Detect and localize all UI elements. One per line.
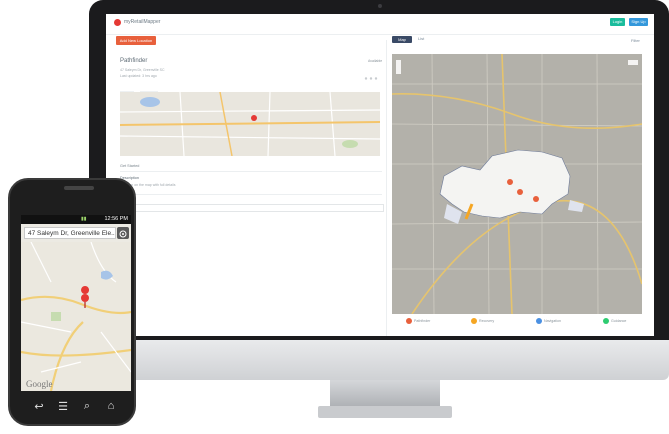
monitor-chin <box>89 340 669 380</box>
locate-icon[interactable] <box>117 227 129 239</box>
legend-marker-icon <box>536 318 542 324</box>
legend-marker-icon <box>603 318 609 324</box>
phone-screen: ▮▮ 12:56 PM 47 Saleym Dr, Greenville Ele… <box>21 215 131 391</box>
add-location-button[interactable]: Add New Location <box>116 36 156 45</box>
login-button[interactable]: Login <box>610 18 625 26</box>
signal-icon: ▮▮ <box>81 216 87 222</box>
legend-label: Guidance <box>611 319 627 323</box>
tab-map[interactable]: Map <box>392 36 412 43</box>
divider <box>120 194 382 195</box>
top-navbar <box>106 14 654 35</box>
legend-marker-icon <box>471 318 477 324</box>
section-get-started: Get Started <box>120 164 140 168</box>
phone-map[interactable] <box>21 241 131 391</box>
search-icon[interactable]: ⌕ <box>79 400 95 413</box>
card-address: 47 Saleym Dr, Greenville SC <box>120 68 165 72</box>
home-icon[interactable]: ⌂ <box>103 400 119 412</box>
card-action-chips[interactable] <box>120 82 160 95</box>
monitor-foot <box>318 406 452 418</box>
map-brand-logo: Google <box>26 379 53 389</box>
desktop-screen: myRetailMapper Login Sign Up Add New Loc… <box>106 14 654 336</box>
divider <box>120 171 382 172</box>
menu-icon[interactable]: ☰ <box>55 400 71 413</box>
webcam <box>378 4 382 8</box>
brand-name[interactable]: myRetailMapper <box>124 19 160 25</box>
detail-map[interactable] <box>120 92 380 156</box>
rating-dots <box>364 67 382 80</box>
comment-input[interactable] <box>120 204 384 212</box>
legend-marker-icon <box>406 318 412 324</box>
phone-nav-bar: ↩ ☰ ⌕ ⌂ <box>21 394 131 420</box>
panel-divider <box>386 40 387 336</box>
filter-link[interactable]: Filter <box>631 38 640 43</box>
address-search-input[interactable]: 47 Saleym Dr, Greenville Ele... <box>24 227 116 239</box>
logo-icon[interactable] <box>114 19 121 26</box>
phone-speaker <box>64 186 94 190</box>
tab-list[interactable]: List <box>418 36 424 41</box>
card-updated: Last updated: 3 hrs ago <box>120 74 157 78</box>
status-bar: ▮▮ 12:56 PM <box>21 215 131 224</box>
overview-map[interactable] <box>392 54 642 314</box>
status-clock: 12:56 PM <box>104 216 128 222</box>
legend-label: Navigation <box>544 319 561 323</box>
card-title: Pathfinder <box>120 58 148 64</box>
availability-label: Available <box>368 59 383 63</box>
back-icon[interactable]: ↩ <box>31 400 47 413</box>
legend-label: Recovery <box>479 319 495 323</box>
legend-label: Pathfinder <box>414 319 431 323</box>
signup-button[interactable]: Sign Up <box>629 18 648 26</box>
